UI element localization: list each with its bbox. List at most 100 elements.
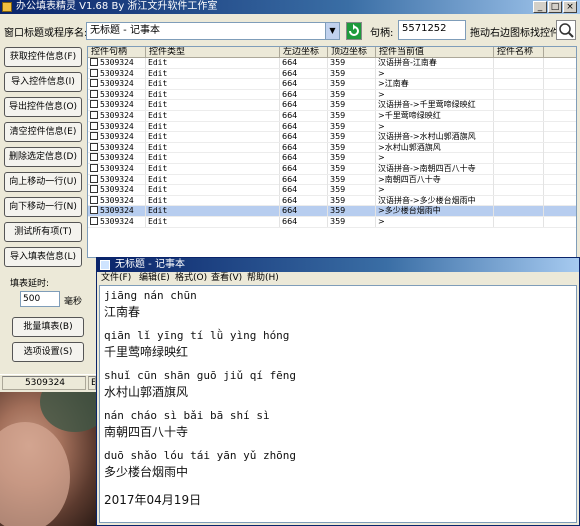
table-row[interactable]: 5309324 Edit 664 359 > [88, 121, 576, 133]
crosshair-finder-icon[interactable] [556, 20, 576, 40]
cell-type: Edit [146, 111, 280, 121]
drag-label: 拖动右边图标找控件: [470, 28, 564, 39]
cell-text: Edit [148, 58, 168, 67]
cell-text: 5309324 [100, 153, 134, 163]
chevron-down-icon[interactable]: ▼ [325, 23, 339, 39]
minimize-icon[interactable]: _ [533, 1, 547, 13]
row-checkbox[interactable] [90, 132, 98, 141]
cell-x: 664 [280, 79, 328, 90]
menu-view[interactable]: 查看(V) [211, 272, 242, 285]
menu-format[interactable]: 格式(O) [175, 272, 207, 285]
table-row[interactable]: 5309324 Edit 664 359 汉语拼音->水村山郭酒旗风 [88, 132, 576, 143]
close-icon[interactable]: × [563, 1, 577, 13]
get-control-info-button[interactable]: 获取控件信息(F) [4, 47, 82, 67]
pinyin-line: nán cháo sì bǎi bā shí sì [104, 409, 270, 422]
window-combo[interactable]: 无标题 - 记事本 ▼ [86, 22, 340, 40]
col-name[interactable]: 控件名称 [494, 47, 544, 58]
col-left[interactable]: 左边坐标 [280, 47, 328, 58]
cell-y: 359 [328, 68, 376, 79]
col-type[interactable]: 控件类型 [146, 47, 280, 58]
table-row[interactable]: 5309324 Edit 664 359 >多少楼台烟雨中 [88, 206, 576, 217]
table-row[interactable]: 5309324 Edit 664 359 汉语拼音->多少楼台烟雨中 [88, 195, 576, 207]
table-row[interactable]: 5309324 Edit 664 359 > [88, 185, 576, 196]
row-checkbox[interactable] [90, 174, 98, 183]
table-row[interactable]: 5309324 Edit 664 359 汉语拼音-江南春 [88, 58, 576, 69]
cell-handle: 5309324 [88, 153, 146, 164]
cell-y: 359 [328, 164, 376, 174]
cell-text: Edit [148, 185, 168, 195]
control-table[interactable]: 控件句柄 控件类型 左边坐标 顶边坐标 控件当前值 控件名称 5309324 Ed… [87, 46, 577, 258]
row-checkbox[interactable] [90, 111, 98, 119]
table-row[interactable]: 5309324 Edit 664 359 >南朝四百八十寺 [88, 174, 576, 186]
options-button[interactable]: 选项设置(S) [12, 342, 84, 362]
move-down-button[interactable]: 向下移动一行(N) [4, 197, 82, 217]
row-checkbox[interactable] [90, 217, 98, 225]
handle-field[interactable]: 5571252 [398, 20, 466, 40]
batch-fill-button[interactable]: 批量填表(B) [12, 317, 84, 337]
cell-text: 359 [330, 206, 346, 216]
cell-y: 359 [328, 111, 376, 121]
text-line: 多少楼台烟雨中 [104, 465, 189, 479]
table-row[interactable]: 5309324 Edit 664 359 >江南春 [88, 79, 576, 90]
row-checkbox[interactable] [90, 206, 98, 215]
delay-label: 填表延时: [10, 279, 50, 289]
clear-control-info-button[interactable]: 清空控件信息(E) [4, 122, 82, 142]
maximize-icon[interactable]: □ [548, 1, 562, 13]
cell-text: 664 [282, 217, 298, 226]
table-row[interactable]: 5309324 Edit 664 359 > [88, 153, 576, 164]
cell-y: 359 [328, 58, 376, 68]
cell-x: 664 [280, 68, 328, 79]
delay-input[interactable]: 500 [20, 291, 60, 307]
cell-name [494, 79, 544, 90]
cell-handle: 5309324 [88, 111, 146, 121]
cell-handle: 5309324 [88, 79, 146, 90]
status-handle: 5309324 [2, 376, 86, 390]
delete-selected-button[interactable]: 删除选定信息(D) [4, 147, 82, 167]
col-handle[interactable]: 控件句柄 [88, 47, 146, 58]
cell-y: 359 [328, 142, 376, 153]
cell-text: 664 [282, 185, 298, 195]
cell-text: >千里莺啼绿映红 [378, 111, 441, 120]
table-row[interactable]: 5309324 Edit 664 359 > [88, 217, 576, 228]
cell-text: 664 [282, 132, 298, 142]
col-top[interactable]: 顶边坐标 [328, 47, 376, 58]
menu-help[interactable]: 帮助(H) [247, 272, 279, 285]
cell-text: > [378, 89, 385, 99]
table-row[interactable]: 5309324 Edit 664 359 > [88, 89, 576, 101]
table-row[interactable]: 5309324 Edit 664 359 >千里莺啼绿映红 [88, 111, 576, 122]
table-row[interactable]: 5309324 Edit 664 359 >水村山郭酒旗风 [88, 142, 576, 154]
row-checkbox[interactable] [90, 164, 98, 172]
cell-text: 汉语拼音->南朝四百八十寺 [378, 164, 476, 173]
row-checkbox[interactable] [90, 153, 98, 162]
cell-text: 5309324 [100, 89, 134, 99]
row-checkbox[interactable] [90, 185, 98, 194]
menu-edit[interactable]: 编辑(E) [139, 272, 170, 285]
row-checkbox[interactable] [90, 121, 98, 130]
row-checkbox[interactable] [90, 195, 98, 204]
cell-value: 汉语拼音->千里莺啼绿映红 [376, 100, 494, 111]
notepad-titlebar[interactable]: 无标题 - 记事本 [97, 258, 579, 272]
row-checkbox[interactable] [90, 89, 98, 98]
export-control-info-button[interactable]: 导出控件信息(O) [4, 97, 82, 117]
table-row[interactable]: 5309324 Edit 664 359 汉语拼音->南朝四百八十寺 [88, 164, 576, 175]
row-checkbox[interactable] [90, 68, 98, 77]
table-row[interactable]: 5309324 Edit 664 359 > [88, 68, 576, 80]
cell-y: 359 [328, 195, 376, 206]
table-row[interactable]: 5309324 Edit 664 359 汉语拼音->千里莺啼绿映红 [88, 100, 576, 111]
cell-handle: 5309324 [88, 185, 146, 196]
cell-x: 664 [280, 217, 328, 227]
row-checkbox[interactable] [90, 100, 98, 109]
row-checkbox[interactable] [90, 58, 98, 66]
app-titlebar[interactable]: 办公填表精灵 V1.68 By 浙江文升软件工作室 _ □ × [0, 0, 580, 14]
notepad-text-area[interactable]: jiāng nán chūn 江南春 qiān lǐ yīng tí lǜ yìng… [99, 285, 577, 523]
move-up-button[interactable]: 向上移动一行(U) [4, 172, 82, 192]
row-checkbox[interactable] [90, 142, 98, 151]
test-all-button[interactable]: 测试所有项(T) [4, 222, 82, 242]
refresh-icon[interactable] [346, 22, 362, 40]
row-checkbox[interactable] [90, 79, 98, 88]
import-control-info-button[interactable]: 导入控件信息(I) [4, 72, 82, 92]
import-fill-info-button[interactable]: 导入填表信息(L) [4, 247, 82, 267]
cell-text: Edit [148, 121, 168, 131]
col-value[interactable]: 控件当前值 [376, 47, 494, 58]
menu-file[interactable]: 文件(F) [101, 272, 131, 285]
